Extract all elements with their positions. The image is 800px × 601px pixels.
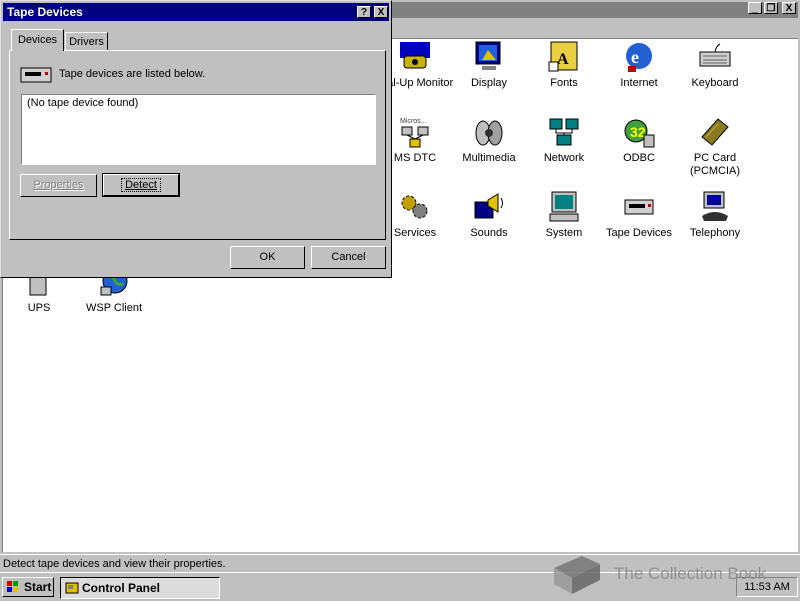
properties-button[interactable]: Properties <box>20 174 97 197</box>
book-icon <box>554 556 600 594</box>
display-icon <box>475 41 501 70</box>
minimize-button[interactable]: _ <box>748 2 762 14</box>
cp-item-label: Tape Devices <box>605 227 673 239</box>
button-label: OK <box>259 251 276 263</box>
cp-item-tape-devices[interactable]: Tape Devices <box>600 190 678 260</box>
tape-device-list[interactable]: (No tape device found) <box>21 94 376 165</box>
cp-item-keyboard[interactable]: Keyboard <box>676 40 754 110</box>
cp-item-label: Internet <box>620 77 658 89</box>
cp-item-label: System <box>545 227 583 239</box>
cp-item-network[interactable]: Network <box>525 115 603 185</box>
dialup-monitor-icon <box>400 42 430 69</box>
cp-item-pccard[interactable]: PC Card (PCMCIA) <box>676 115 754 185</box>
detect-button[interactable]: Detect <box>102 173 180 197</box>
keyboard-icon <box>699 43 731 67</box>
cp-item-label: Telephony <box>689 227 741 239</box>
svg-text:A: A <box>557 51 569 68</box>
help-button[interactable]: ? <box>357 6 371 18</box>
dialog-titlebar[interactable]: Tape Devices <box>3 3 389 21</box>
services-icon <box>401 195 428 219</box>
cp-item-label: PC Card (PCMCIA) <box>689 152 741 177</box>
start-button[interactable]: Start <box>2 577 54 597</box>
cp-item-sounds[interactable]: Sounds <box>450 190 528 260</box>
task-label: Control Panel <box>82 581 161 595</box>
cp-item-odbc[interactable]: 32 ODBC <box>600 115 678 185</box>
svg-text:32: 32 <box>630 124 646 140</box>
telephony-icon <box>702 191 728 221</box>
fonts-icon: A <box>548 41 578 72</box>
info-text: Tape devices are listed below. <box>59 68 206 80</box>
tab-drivers[interactable]: Drivers <box>65 32 108 50</box>
svg-text:e: e <box>631 47 639 67</box>
list-item: (No tape device found) <box>27 97 139 109</box>
watermark: The Collection Book <box>548 552 798 598</box>
cp-item-label: Keyboard <box>691 77 739 89</box>
cp-item-system[interactable]: System <box>525 190 603 260</box>
multimedia-icon <box>475 120 503 146</box>
msdtc-icon: Micros... <box>400 118 429 148</box>
sounds-icon <box>474 193 503 219</box>
task-control-panel[interactable]: Control Panel <box>60 577 220 599</box>
button-label: Properties <box>33 179 84 191</box>
cp-item-internet[interactable]: e Internet <box>600 40 678 110</box>
windows-logo-icon <box>7 581 18 592</box>
tape-devices-dialog: Tape Devices ? X Devices Drivers Tape de… <box>0 0 392 278</box>
cp-item-label: Multimedia <box>462 152 516 164</box>
cp-item-label: Fonts <box>550 77 578 89</box>
network-icon <box>549 118 579 146</box>
cp-item-label: Display <box>470 77 508 89</box>
tab-label: Drivers <box>69 36 104 48</box>
tab-label: Devices <box>17 34 58 46</box>
cancel-button[interactable]: Cancel <box>311 246 386 269</box>
control-panel-icon <box>65 582 79 594</box>
msdtc-icon-caption: Micros... <box>400 118 427 125</box>
cp-item-display[interactable]: Display <box>450 40 528 110</box>
cp-item-label: UPS <box>27 302 51 314</box>
cp-item-telephony[interactable]: Telephony <box>676 190 754 260</box>
cp-item-label: ODBC <box>623 152 655 164</box>
start-label: Start <box>24 580 52 594</box>
cp-item-label: Network <box>543 152 585 164</box>
dialog-close-button[interactable]: X <box>374 6 388 18</box>
restore-button[interactable]: ❐ <box>764 2 778 14</box>
tape-device-icon <box>20 67 52 83</box>
cp-item-multimedia[interactable]: Multimedia <box>450 115 528 185</box>
button-label: Cancel <box>331 251 366 263</box>
cp-item-fonts[interactable]: A Fonts <box>525 40 603 110</box>
button-label: Detect <box>121 178 161 192</box>
internet-icon: e <box>626 43 652 72</box>
cp-item-label: WSP Client <box>85 302 143 314</box>
cp-item-label: Sounds <box>470 227 508 239</box>
close-window-button[interactable]: X <box>782 2 796 14</box>
ok-button[interactable]: OK <box>230 246 305 269</box>
pccard-icon <box>701 118 729 146</box>
odbc-icon: 32 <box>624 119 655 148</box>
dialog-title: Tape Devices <box>7 5 83 19</box>
system-icon <box>549 191 579 222</box>
tab-devices[interactable]: Devices <box>11 29 64 51</box>
watermark-text: The Collection Book <box>614 564 767 583</box>
tape-devices-icon <box>624 199 654 215</box>
